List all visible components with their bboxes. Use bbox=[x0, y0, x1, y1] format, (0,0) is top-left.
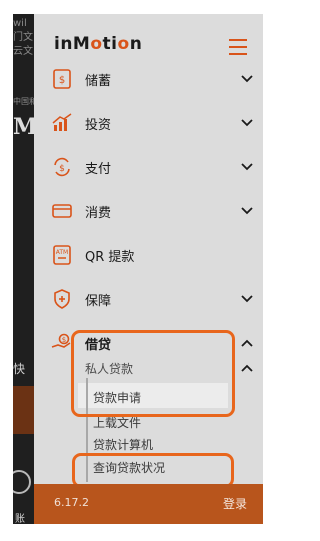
chevron-down-icon bbox=[241, 295, 253, 303]
chevron-up-icon[interactable] bbox=[241, 364, 253, 372]
menu-item-label: 投资 bbox=[85, 117, 112, 133]
background-icon bbox=[13, 470, 31, 494]
drawer-footer: 6.17.2 登录 bbox=[34, 484, 263, 524]
chevron-up-icon[interactable] bbox=[241, 339, 253, 347]
chevron-down-icon bbox=[241, 207, 253, 215]
background-text: 门文 bbox=[13, 32, 33, 43]
menu-item-investment[interactable]: 投资 bbox=[34, 105, 263, 141]
login-button[interactable]: 登录 bbox=[223, 495, 247, 512]
menu-item-qr-withdrawal[interactable]: ATM QR 提款 bbox=[34, 237, 263, 273]
payment-exchange-icon: $ bbox=[54, 157, 70, 177]
highlight-box-loan-status bbox=[72, 453, 234, 488]
menu-item-label: QR 提款 bbox=[85, 249, 135, 265]
svg-text:$: $ bbox=[59, 75, 65, 86]
menu-item-label: 储蓄 bbox=[85, 73, 112, 89]
menu-item-payment[interactable]: $ 支付 bbox=[34, 149, 263, 185]
chevron-down-icon bbox=[241, 119, 253, 127]
card-icon bbox=[52, 204, 72, 218]
chevron-down-icon bbox=[241, 163, 253, 171]
menu-item-label: 消费 bbox=[85, 205, 112, 221]
menu-item-spending[interactable]: 消费 bbox=[34, 193, 263, 229]
background-text: 云文 bbox=[13, 46, 33, 57]
svg-text:$: $ bbox=[59, 164, 65, 174]
chevron-down-icon bbox=[241, 75, 253, 83]
menu-item-label: 保障 bbox=[85, 293, 112, 309]
atm-icon: ATM bbox=[53, 245, 71, 265]
background-text: wil bbox=[13, 18, 27, 29]
hamburger-menu-icon[interactable] bbox=[229, 39, 247, 55]
inmotion-logo: inMotion bbox=[54, 34, 143, 54]
menu-item-protection[interactable]: 保障 bbox=[34, 281, 263, 317]
menu-item-savings[interactable]: $ 储蓄 bbox=[34, 61, 263, 97]
highlight-box-loan bbox=[71, 330, 235, 417]
investment-chart-icon bbox=[52, 113, 72, 131]
link-loan-calculator[interactable]: 贷款计算机 bbox=[93, 436, 153, 453]
svg-text:$: $ bbox=[62, 336, 66, 344]
background-text: 快 bbox=[13, 362, 26, 376]
menu-item-label: 支付 bbox=[85, 161, 112, 177]
app-version: 6.17.2 bbox=[54, 496, 89, 509]
shield-icon bbox=[54, 289, 70, 309]
savings-icon: $ bbox=[53, 69, 71, 89]
background-text: 账 bbox=[15, 514, 25, 524]
svg-text:ATM: ATM bbox=[56, 249, 68, 256]
